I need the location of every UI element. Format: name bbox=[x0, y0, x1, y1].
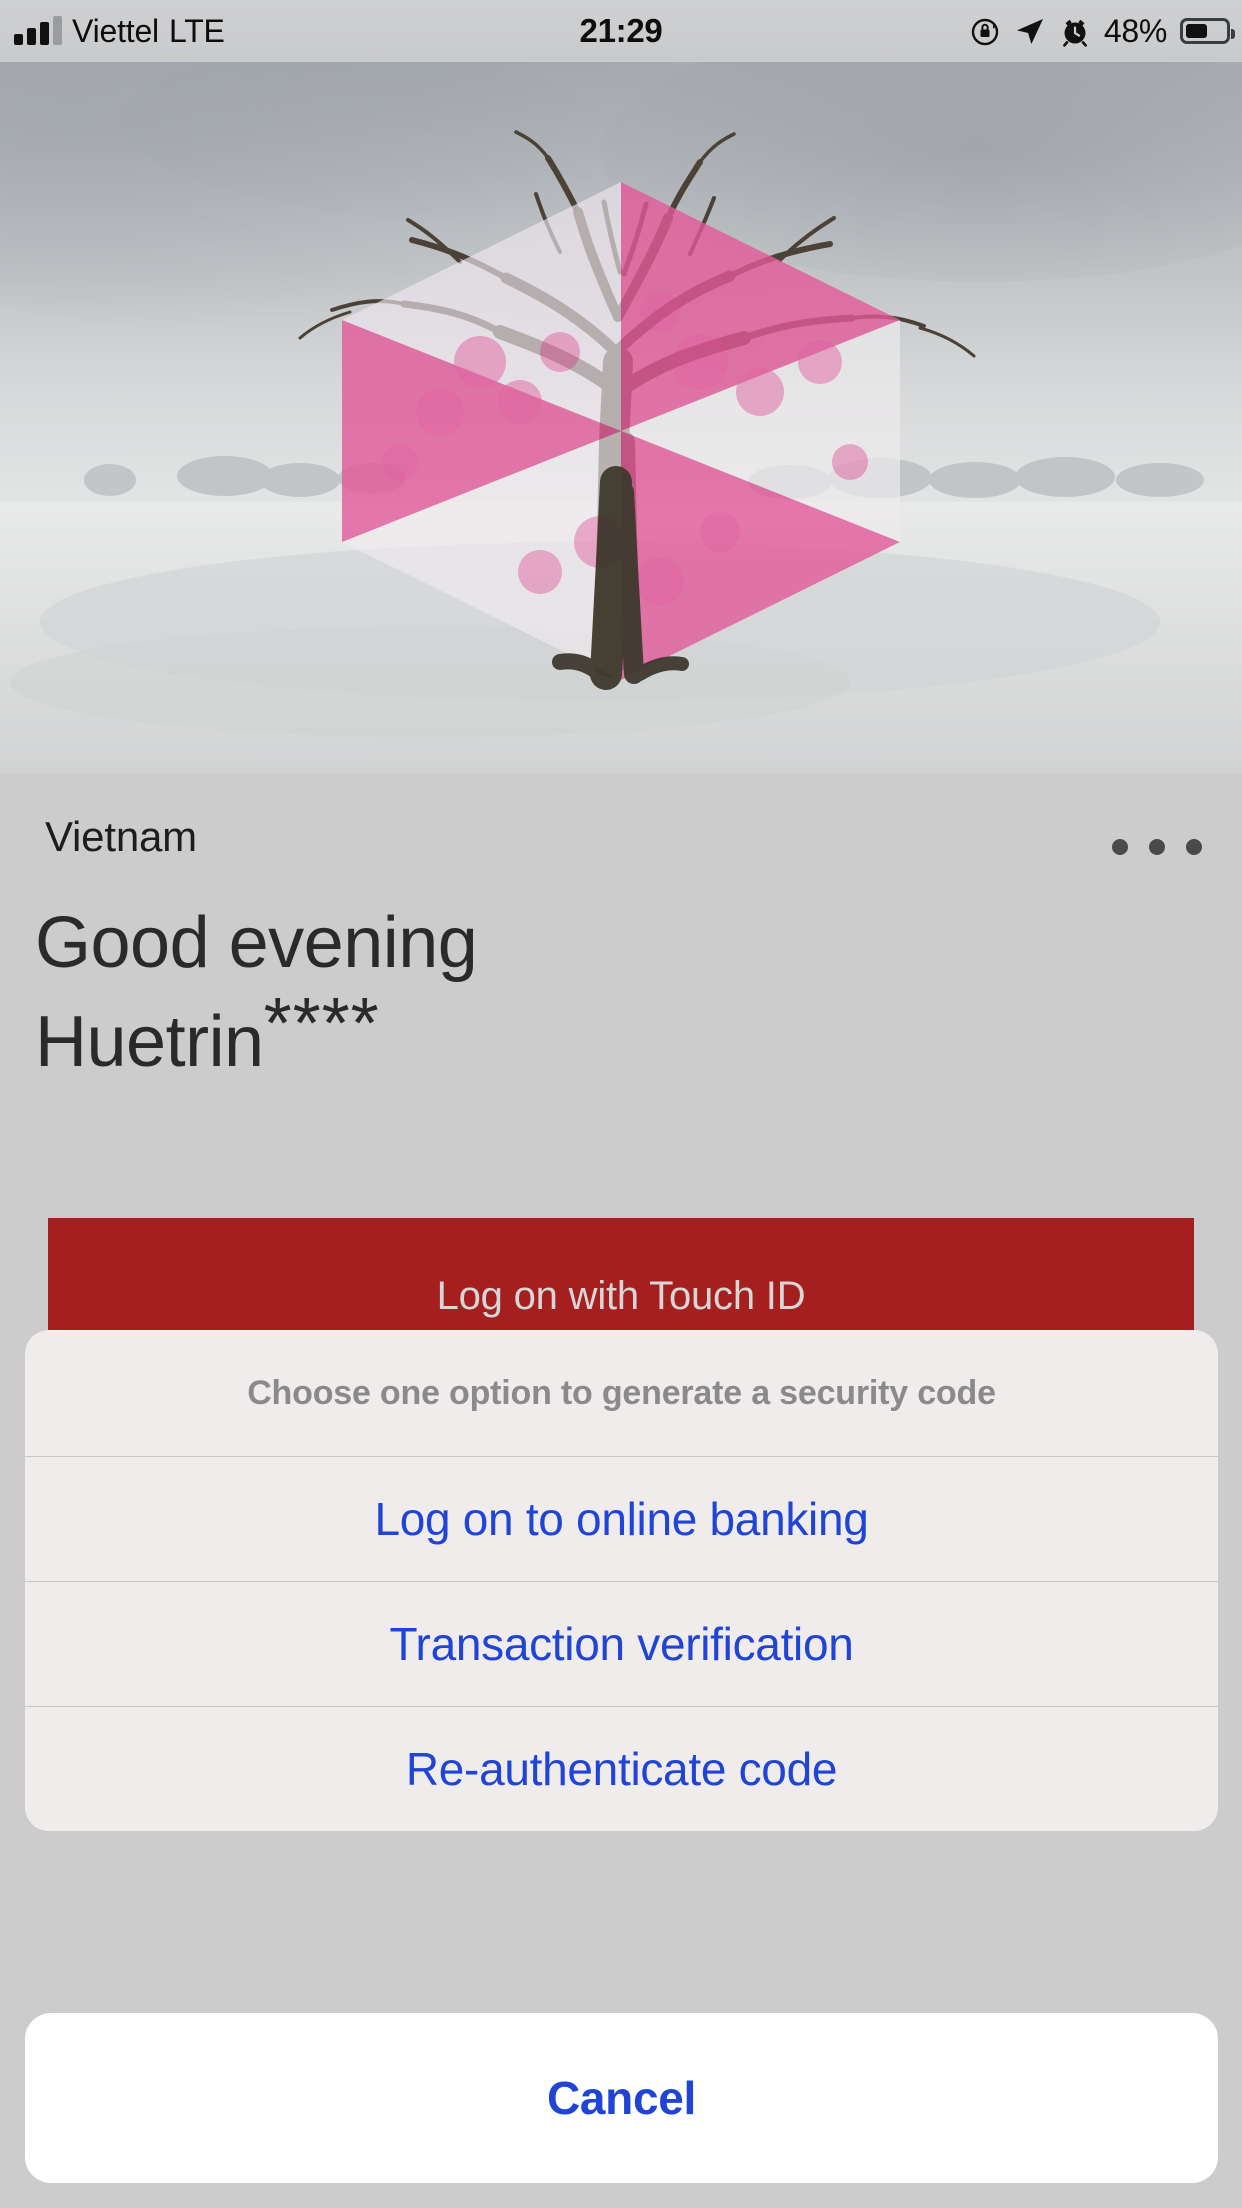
alarm-clock-icon bbox=[1059, 15, 1091, 47]
status-bar-right: 48% bbox=[969, 12, 1235, 50]
region-label: Vietnam bbox=[45, 813, 197, 860]
cancel-button[interactable]: Cancel bbox=[25, 2013, 1218, 2183]
greeting-username-mask: **** bbox=[263, 983, 380, 1064]
action-sheet-option-transaction-verification[interactable]: Transaction verification bbox=[25, 1581, 1218, 1706]
rotation-lock-icon bbox=[969, 15, 1001, 47]
region-header-row: Vietnam bbox=[0, 813, 1242, 877]
more-options-icon[interactable] bbox=[1112, 827, 1202, 867]
greeting-username: Huetrin bbox=[35, 1001, 264, 1082]
greeting-salutation: Good evening bbox=[35, 903, 478, 983]
action-sheet-option-re-authenticate-code[interactable]: Re-authenticate code bbox=[25, 1706, 1218, 1831]
security-code-action-sheet: Choose one option to generate a security… bbox=[25, 1330, 1218, 1831]
status-bar: Viettel LTE 21:29 48% bbox=[0, 0, 1242, 62]
action-sheet-title: Choose one option to generate a security… bbox=[247, 1373, 996, 1412]
greeting-username-line: Huetrin**** bbox=[35, 984, 1035, 1083]
winter-tree-photo bbox=[0, 62, 1242, 773]
hero-banner-image bbox=[0, 62, 1242, 773]
location-arrow-icon bbox=[1014, 15, 1046, 47]
battery-icon bbox=[1180, 18, 1235, 44]
greeting-text: Good evening Huetrin**** bbox=[35, 903, 1035, 1082]
action-sheet-option-online-banking[interactable]: Log on to online banking bbox=[25, 1456, 1218, 1581]
battery-percentage: 48% bbox=[1103, 12, 1167, 49]
